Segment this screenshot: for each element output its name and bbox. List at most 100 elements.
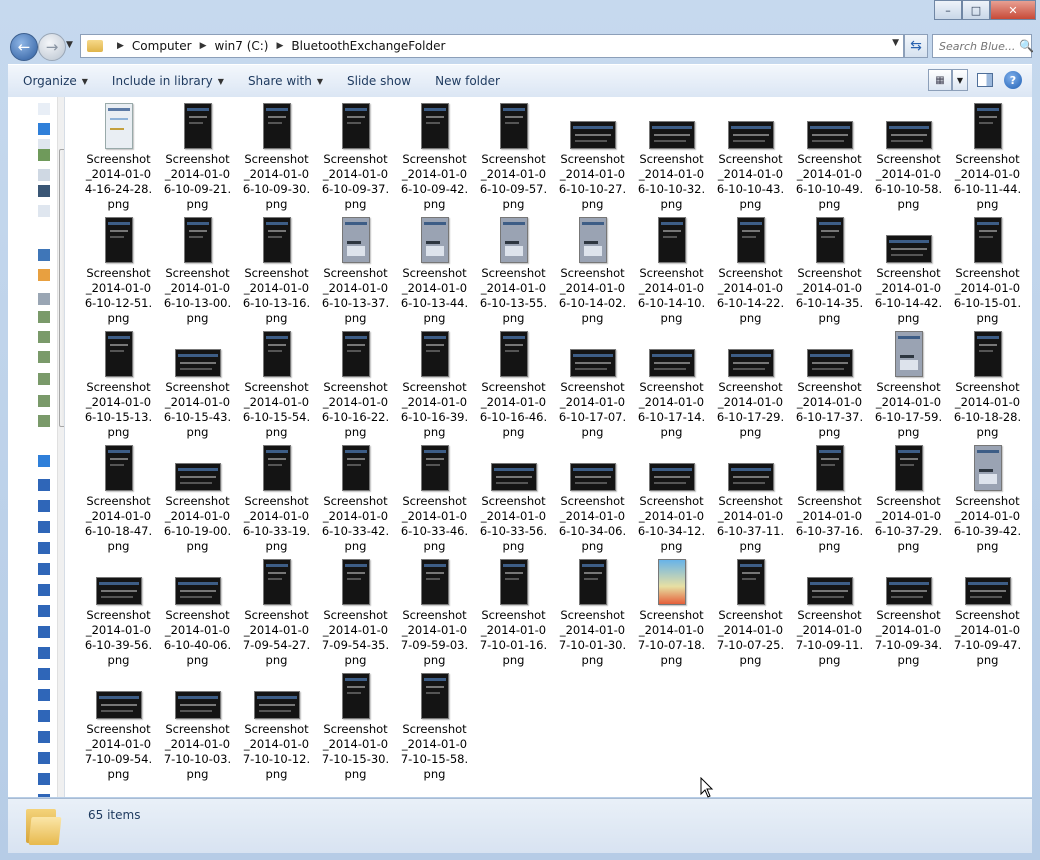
computer-icon[interactable] [38, 605, 50, 617]
file-item[interactable]: Screenshot _2014-01-0 7-10-15-58. png [395, 667, 474, 781]
computer-icon[interactable] [38, 752, 50, 764]
file-item[interactable]: Screenshot _2014-01-0 6-10-14-42. png [869, 211, 948, 325]
computer-icon[interactable] [38, 542, 50, 554]
share-with-button[interactable]: Share with ▼ [239, 74, 332, 88]
file-item[interactable]: Screenshot _2014-01-0 6-10-12-51. png [79, 211, 158, 325]
file-item[interactable]: Screenshot _2014-01-0 6-10-13-44. png [395, 211, 474, 325]
file-item[interactable]: Screenshot _2014-01-0 6-10-14-10. png [632, 211, 711, 325]
file-item[interactable]: Screenshot _2014-01-0 6-10-16-39. png [395, 325, 474, 439]
file-item[interactable]: Screenshot _2014-01-0 6-10-34-12. png [632, 439, 711, 553]
computer-icon[interactable] [38, 773, 50, 785]
computer-icon[interactable] [38, 563, 50, 575]
picture-icon[interactable] [38, 149, 50, 161]
file-item[interactable]: Screenshot _2014-01-0 6-10-09-21. png [158, 97, 237, 211]
file-item[interactable]: Screenshot _2014-01-0 6-10-14-02. png [553, 211, 632, 325]
file-item[interactable]: Screenshot _2014-01-0 7-10-07-25. png [711, 553, 790, 667]
address-history-dropdown[interactable]: ▼ [892, 38, 899, 48]
computer-icon[interactable] [38, 647, 50, 659]
file-item[interactable]: Screenshot _2014-01-0 6-10-39-42. png [948, 439, 1027, 553]
network-drive-icon[interactable] [38, 311, 50, 323]
computer-icon[interactable] [38, 794, 50, 797]
file-item[interactable]: Screenshot _2014-01-0 6-10-10-43. png [711, 97, 790, 211]
file-item[interactable]: Screenshot _2014-01-0 6-10-14-35. png [790, 211, 869, 325]
network-drive-icon[interactable] [38, 373, 50, 385]
file-item[interactable]: Screenshot _2014-01-0 6-10-15-43. png [158, 325, 237, 439]
chevron-right-icon[interactable]: ▶ [117, 41, 124, 51]
file-item[interactable]: Screenshot _2014-01-0 6-10-15-54. png [237, 325, 316, 439]
breadcrumb-folder[interactable]: BluetoothExchangeFolder [291, 39, 445, 53]
file-item[interactable]: Screenshot _2014-01-0 6-10-19-00. png [158, 439, 237, 553]
computer-icon[interactable] [38, 626, 50, 638]
network-drive-icon[interactable] [38, 331, 50, 343]
file-item[interactable]: Screenshot _2014-01-0 6-10-13-37. png [316, 211, 395, 325]
computer-icon[interactable] [38, 249, 50, 261]
file-item[interactable]: Screenshot _2014-01-0 7-10-07-18. png [632, 553, 711, 667]
drive-icon[interactable] [38, 293, 50, 305]
file-item[interactable]: Screenshot _2014-01-0 6-10-09-30. png [237, 97, 316, 211]
preview-pane-button[interactable] [974, 70, 996, 90]
computer-icon[interactable] [38, 731, 50, 743]
file-item[interactable]: Screenshot _2014-01-0 7-10-01-16. png [474, 553, 553, 667]
file-item[interactable]: Screenshot _2014-01-0 7-10-10-12. png [237, 667, 316, 781]
network-drive-icon[interactable] [38, 395, 50, 407]
file-item[interactable]: Screenshot _2014-01-0 6-10-16-22. png [316, 325, 395, 439]
chevron-right-icon[interactable]: ▶ [200, 41, 207, 51]
file-item[interactable]: Screenshot _2014-01-0 6-10-13-16. png [237, 211, 316, 325]
file-item[interactable]: Screenshot _2014-01-0 6-10-33-56. png [474, 439, 553, 553]
file-item[interactable]: Screenshot _2014-01-0 6-10-37-11. png [711, 439, 790, 553]
network-drive-icon[interactable] [38, 351, 50, 363]
file-item[interactable]: Screenshot _2014-01-0 6-10-13-00. png [158, 211, 237, 325]
file-item[interactable]: Screenshot _2014-01-0 7-10-09-47. png [948, 553, 1027, 667]
video-icon[interactable] [38, 185, 50, 197]
computer-icon[interactable] [38, 479, 50, 491]
file-item[interactable]: Screenshot _2014-01-0 7-10-09-11. png [790, 553, 869, 667]
file-item[interactable]: Screenshot _2014-01-0 6-10-17-29. png [711, 325, 790, 439]
file-item[interactable]: Screenshot _2014-01-0 6-10-15-13. png [79, 325, 158, 439]
file-item[interactable]: Screenshot _2014-01-0 6-10-16-46. png [474, 325, 553, 439]
network-icon[interactable] [38, 455, 50, 467]
file-item[interactable]: Screenshot _2014-01-0 6-10-33-42. png [316, 439, 395, 553]
file-item[interactable]: Screenshot _2014-01-0 6-10-18-47. png [79, 439, 158, 553]
file-item[interactable]: Screenshot _2014-01-0 6-10-17-59. png [869, 325, 948, 439]
change-view-button[interactable]: ▦ [928, 69, 952, 91]
file-item[interactable]: Screenshot _2014-01-0 7-10-15-30. png [316, 667, 395, 781]
file-item[interactable]: Screenshot _2014-01-0 6-10-09-37. png [316, 97, 395, 211]
close-button[interactable]: ✕ [990, 0, 1036, 20]
file-item[interactable]: Screenshot _2014-01-0 6-10-10-58. png [869, 97, 948, 211]
file-item[interactable]: Screenshot _2014-01-0 6-10-39-56. png [79, 553, 158, 667]
file-item[interactable]: Screenshot _2014-01-0 7-10-09-54. png [79, 667, 158, 781]
file-item[interactable]: Screenshot _2014-01-0 6-10-11-44. png [948, 97, 1027, 211]
file-item[interactable]: Screenshot _2014-01-0 7-10-10-03. png [158, 667, 237, 781]
file-item[interactable]: Screenshot _2014-01-0 4-16-24-28. png [79, 97, 158, 211]
computer-icon[interactable] [38, 584, 50, 596]
file-item[interactable]: Screenshot _2014-01-0 7-09-59-03. png [395, 553, 474, 667]
file-item[interactable]: Screenshot _2014-01-0 6-10-15-01. png [948, 211, 1027, 325]
recent-pages-dropdown[interactable]: ▼ [66, 40, 73, 50]
file-item[interactable]: Screenshot _2014-01-0 7-09-54-27. png [237, 553, 316, 667]
help-button[interactable]: ? [1002, 70, 1024, 90]
breadcrumb-computer[interactable]: Computer [132, 39, 192, 53]
document-icon[interactable] [38, 205, 50, 217]
new-folder-button[interactable]: New folder [426, 74, 509, 88]
network-drive-icon[interactable] [38, 415, 50, 427]
computer-icon[interactable] [38, 500, 50, 512]
forward-button[interactable]: → [38, 33, 66, 61]
address-bar[interactable]: ▶ Computer ▶ win7 (C:) ▶ BluetoothExchan… [80, 34, 904, 58]
computer-icon[interactable] [38, 710, 50, 722]
file-item[interactable]: Screenshot _2014-01-0 6-10-18-28. png [948, 325, 1027, 439]
file-item[interactable]: Screenshot _2014-01-0 6-10-10-32. png [632, 97, 711, 211]
file-item[interactable]: Screenshot _2014-01-0 6-10-33-19. png [237, 439, 316, 553]
view-options-dropdown[interactable]: ▼ [952, 69, 968, 91]
computer-icon[interactable] [38, 521, 50, 533]
search-icon[interactable]: 🔍 [1019, 39, 1034, 53]
file-item[interactable]: Screenshot _2014-01-0 6-10-10-27. png [553, 97, 632, 211]
file-item[interactable]: Screenshot _2014-01-0 6-10-17-37. png [790, 325, 869, 439]
file-item[interactable]: Screenshot _2014-01-0 6-10-34-06. png [553, 439, 632, 553]
include-in-library-button[interactable]: Include in library ▼ [103, 74, 233, 88]
file-item[interactable]: Screenshot _2014-01-0 6-10-13-55. png [474, 211, 553, 325]
refresh-button[interactable]: ⇆ [904, 34, 928, 58]
file-item[interactable]: Screenshot _2014-01-0 6-10-10-49. png [790, 97, 869, 211]
back-button[interactable]: ← [10, 33, 38, 61]
computer-icon[interactable] [38, 689, 50, 701]
music-icon[interactable] [38, 123, 50, 135]
